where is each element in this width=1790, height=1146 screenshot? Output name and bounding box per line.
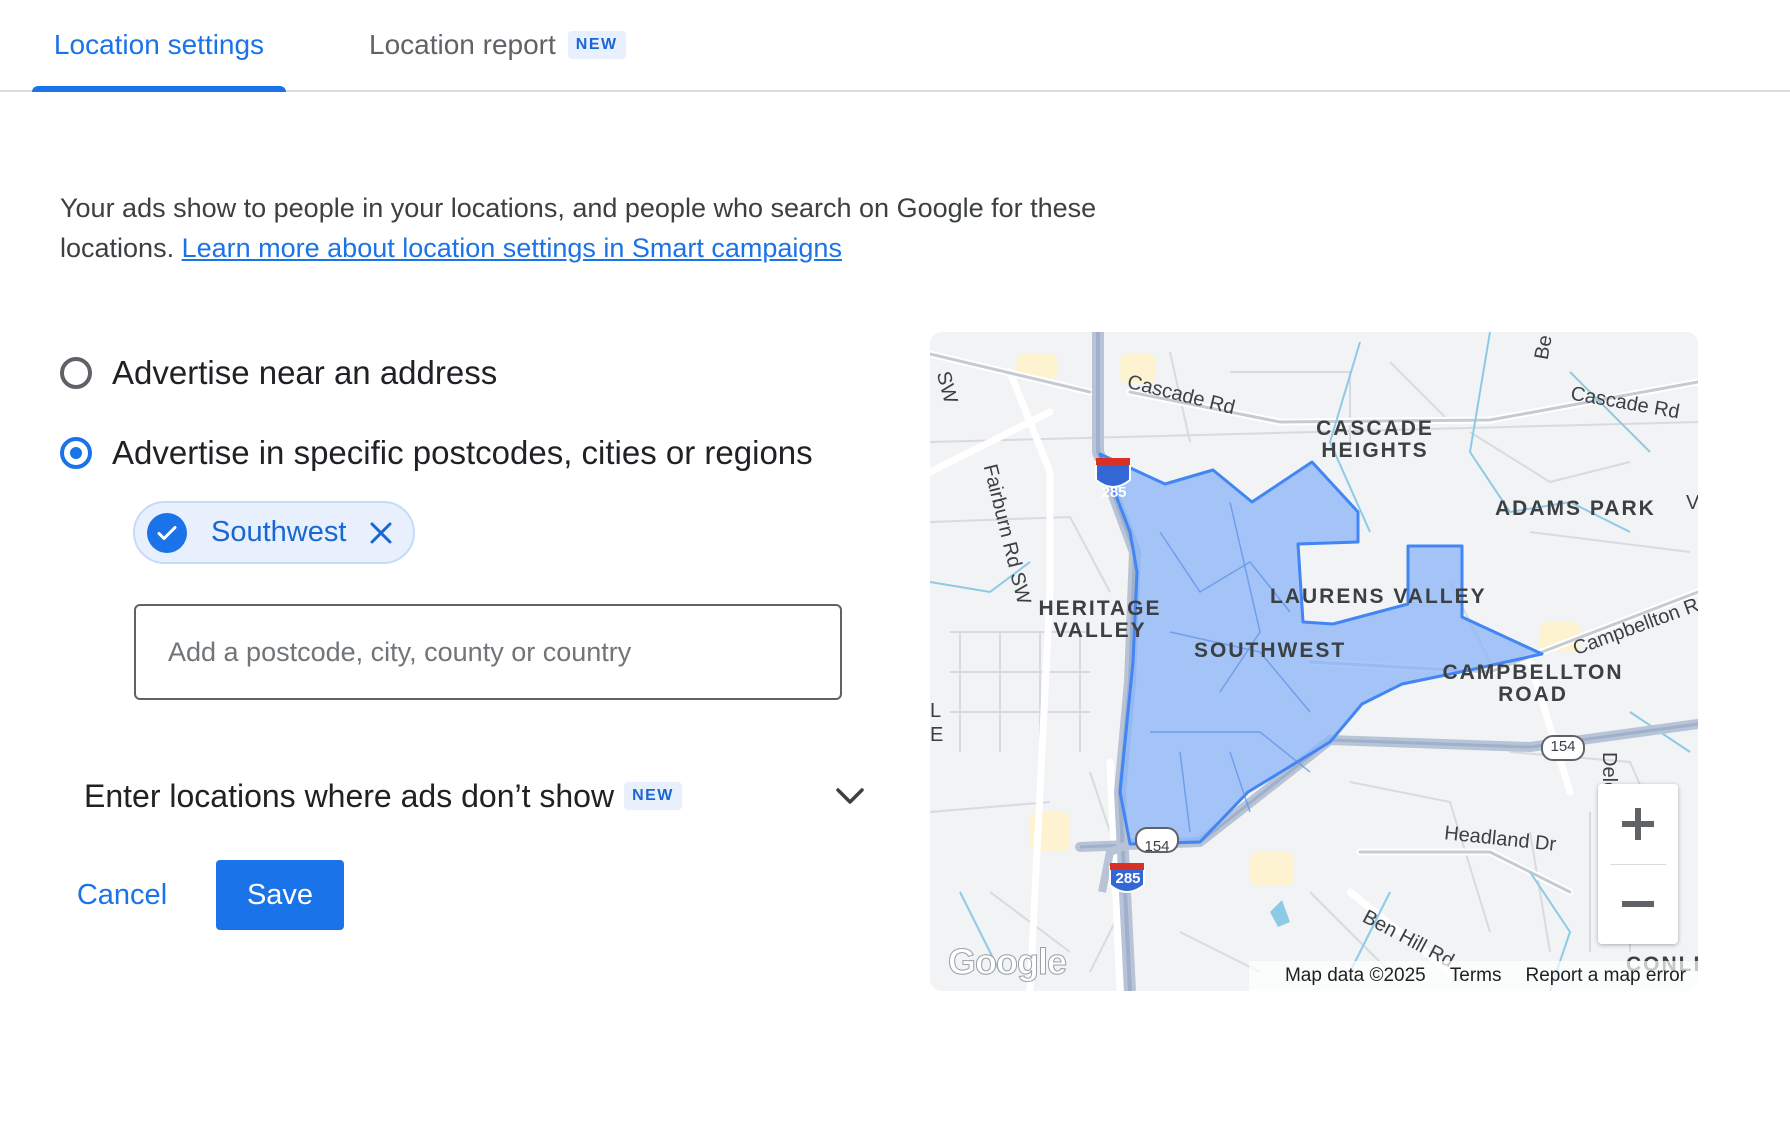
option-specific-regions-label: Advertise in specific postcodes, cities … [112, 434, 813, 471]
location-chip-southwest: Southwest [133, 501, 415, 564]
close-icon[interactable] [366, 518, 396, 548]
radio-specific-regions[interactable] [60, 437, 92, 469]
tab-location-report-label: Location report [369, 29, 556, 60]
save-button[interactable]: Save [216, 860, 344, 930]
map-neighborhood-label: CAMPBELLTON ROAD [1442, 661, 1624, 706]
tab-location-settings[interactable]: Location settings [32, 0, 286, 92]
minus-icon[interactable] [1598, 864, 1678, 944]
radio-near-address[interactable] [60, 357, 92, 389]
tab-location-report[interactable]: Location report NEW [369, 0, 626, 90]
map-attribution: Map data ©2025 Terms Report a map error [1248, 961, 1698, 991]
map-neighborhood-label: LAURENS VALLEY [1270, 585, 1487, 608]
location-search-input[interactable] [134, 604, 842, 700]
chip-label: Southwest [211, 516, 347, 548]
location-map[interactable]: Cascade Rd Cascade Rd Fairburn Rd SW Cam… [930, 332, 1698, 991]
active-tab-indicator [32, 86, 286, 92]
exclude-locations-label: Enter locations where ads don’t show [84, 777, 615, 814]
map-road-label: E [930, 724, 944, 746]
option-near-address-label: Advertise near an address [112, 354, 498, 391]
map-neighborhood-label: SOUTHWEST [1194, 639, 1347, 662]
route-shield-label: 154 [1144, 838, 1170, 855]
interstate-shield-label: 285 [1115, 870, 1141, 887]
plus-icon[interactable] [1598, 784, 1678, 864]
exclude-locations-toggle[interactable]: Enter locations where ads don’t show NEW [84, 768, 868, 824]
chevron-down-icon[interactable] [832, 778, 868, 814]
map-data-credit: Map data ©2025 [1284, 965, 1426, 986]
map-neighborhood-label: ADAMS PARK [1495, 497, 1656, 520]
map-road-label: V [1686, 492, 1698, 514]
map-road-label: L [930, 700, 942, 722]
route-shield-label: 154 [1550, 738, 1576, 755]
cancel-button[interactable]: Cancel [62, 860, 182, 930]
google-logo: Google [948, 941, 1068, 983]
map-terms-link[interactable]: Terms [1450, 965, 1502, 987]
new-badge: NEW [567, 31, 626, 59]
new-badge: NEW [624, 782, 682, 810]
option-near-address[interactable]: Advertise near an address [60, 354, 497, 392]
option-specific-regions[interactable]: Advertise in specific postcodes, cities … [60, 434, 813, 472]
tab-bar: Location settings Location report NEW [0, 0, 1790, 92]
interstate-shield-label: 285 [1101, 484, 1127, 501]
check-icon [147, 512, 187, 553]
map-neighborhood-label: HERITAGE VALLEY [1038, 597, 1162, 642]
map-zoom-control [1598, 784, 1678, 944]
interstate-shield-icon [1095, 458, 1131, 488]
learn-more-link[interactable]: Learn more about location settings in Sm… [182, 233, 842, 263]
map-report-error-link[interactable]: Report a map error [1525, 965, 1686, 987]
location-description: Your ads show to people in your location… [60, 188, 1140, 268]
map-road-label: Be [1530, 333, 1557, 362]
map-neighborhood-label: CASCADE HEIGHTS [1316, 417, 1434, 462]
tab-location-settings-label: Location settings [53, 29, 265, 60]
